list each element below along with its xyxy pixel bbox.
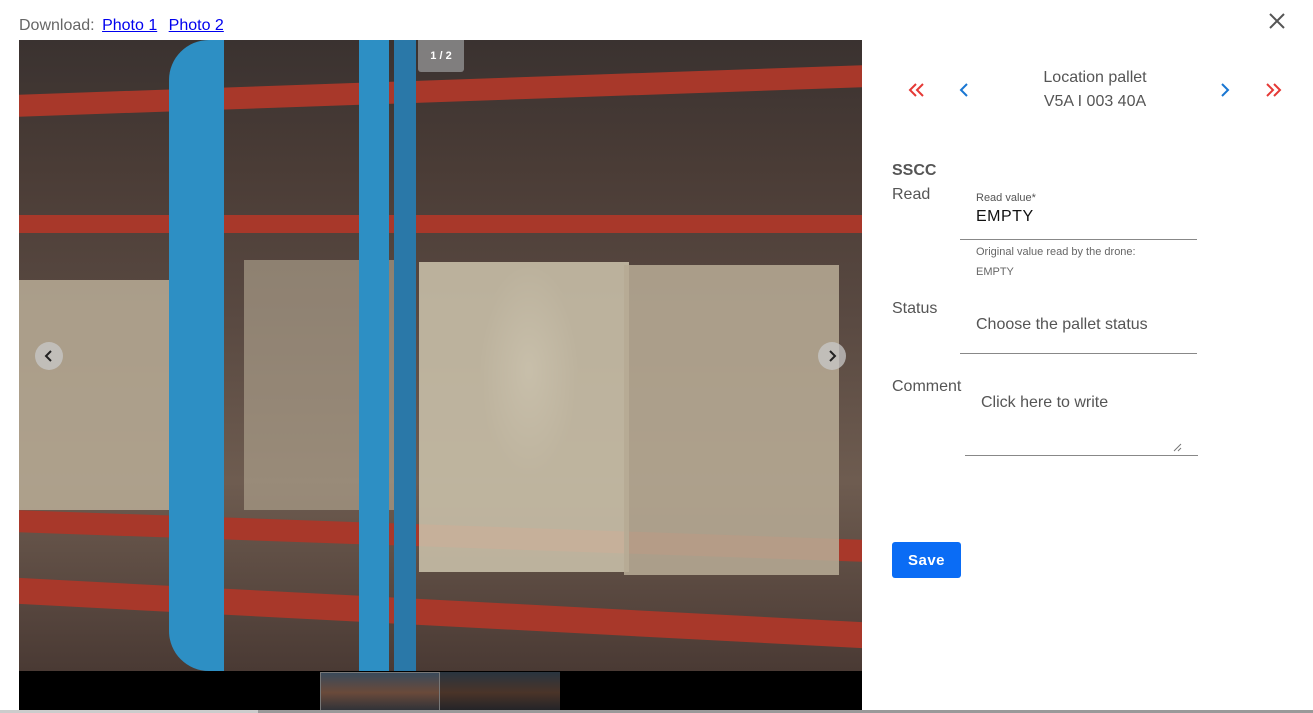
chevron-left-icon <box>44 350 52 362</box>
read-value-field[interactable]: Read value* EMPTY <box>976 192 1036 226</box>
chevron-right-icon <box>1221 83 1230 97</box>
next-location-button[interactable] <box>1213 78 1237 102</box>
previous-photo-button[interactable] <box>35 342 63 370</box>
thumbnail-photo-1[interactable] <box>320 672 440 713</box>
save-button[interactable]: Save <box>892 542 961 578</box>
photo-1-link[interactable]: Photo 1 <box>102 17 157 34</box>
last-location-button[interactable] <box>1262 78 1286 102</box>
comment-underline <box>965 455 1198 456</box>
helper-text: Original value read by the drone: <box>976 246 1136 258</box>
rack-beam <box>19 215 862 233</box>
read-value-field-label: Read value* <box>976 192 1036 204</box>
pallet-boxes <box>419 262 629 572</box>
rack-beam <box>19 577 862 649</box>
read-value-underline <box>960 239 1197 240</box>
rack-upright <box>359 40 389 671</box>
helper-original-value: EMPTY <box>976 266 1014 278</box>
pallet-boxes <box>624 265 839 575</box>
download-label: Download: <box>19 17 95 34</box>
photo-viewer: 1 / 2 <box>19 40 862 713</box>
location-title: Location pallet V5A I 003 40A <box>1010 66 1180 114</box>
thumbnail-strip <box>19 671 862 713</box>
status-underline <box>960 353 1197 354</box>
double-chevron-left-icon <box>908 83 924 97</box>
location-title-label: Location pallet <box>1043 69 1147 86</box>
photo-counter: 1 / 2 <box>418 40 464 72</box>
location-navigator: Location pallet V5A I 003 40A <box>892 60 1292 120</box>
rack-beam <box>19 65 862 117</box>
close-icon[interactable] <box>1266 10 1288 32</box>
resize-grip-icon[interactable] <box>1173 439 1182 452</box>
comment-textarea[interactable]: Click here to write <box>981 394 1108 412</box>
read-label: Read <box>892 186 931 203</box>
next-photo-button[interactable] <box>818 342 846 370</box>
comment-label: Comment <box>892 378 962 395</box>
first-location-button[interactable] <box>904 78 928 102</box>
read-value-input[interactable]: EMPTY <box>976 208 1036 226</box>
read-value-helper: Original value read by the drone: EMPTY <box>976 242 1136 282</box>
sscc-heading: SSCC <box>892 162 937 179</box>
chevron-left-icon <box>959 83 968 97</box>
rack-upright <box>169 40 224 671</box>
photo-2-link[interactable]: Photo 2 <box>169 17 224 34</box>
download-bar: Download: Photo 1 Photo 2 <box>19 17 224 35</box>
previous-location-button[interactable] <box>952 78 976 102</box>
location-code: V5A I 003 40A <box>1043 93 1147 110</box>
status-select[interactable]: Choose the pallet status <box>976 316 1148 334</box>
pallet-boxes <box>19 280 169 510</box>
rack-upright <box>394 40 416 671</box>
chevron-right-icon <box>829 350 837 362</box>
thumbnail-photo-2[interactable] <box>440 672 560 713</box>
double-chevron-right-icon <box>1266 83 1282 97</box>
pallet-photo <box>19 40 862 671</box>
status-label: Status <box>892 300 938 317</box>
